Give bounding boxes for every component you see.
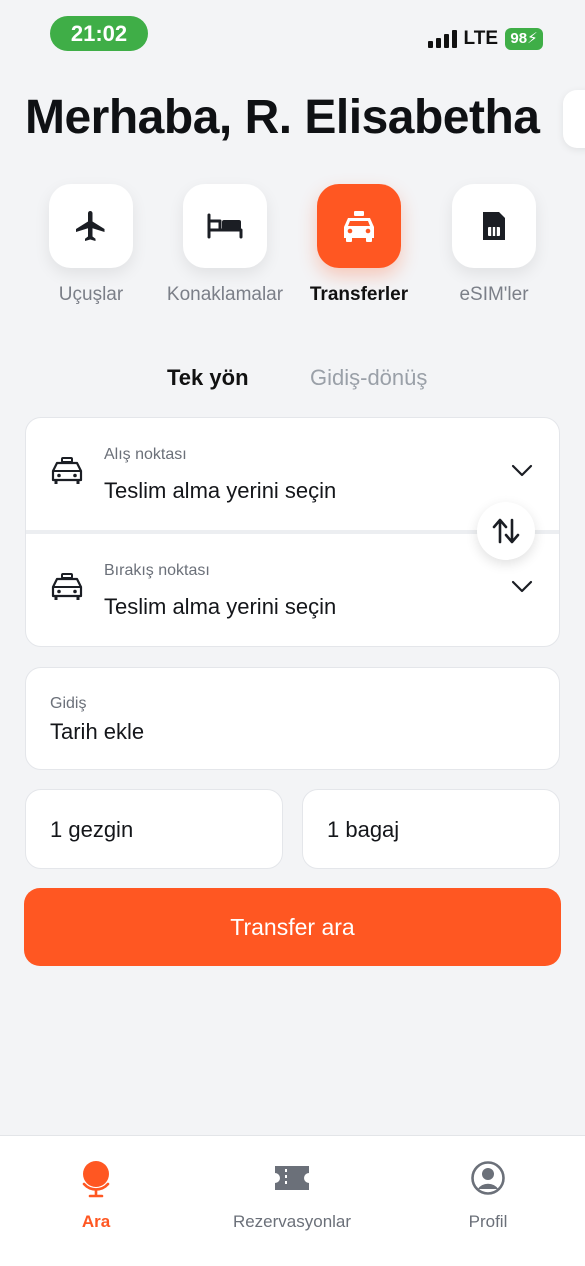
- chevron-down-icon[interactable]: [511, 464, 533, 478]
- ticket-icon: [275, 1166, 309, 1190]
- category-box[interactable]: [183, 184, 267, 268]
- dropoff-field[interactable]: Bırakış noktası Teslim alma yerini seçin: [26, 534, 559, 646]
- airplane-icon: [76, 211, 105, 241]
- tab-round-trip[interactable]: Gidiş-dönüş: [310, 365, 427, 391]
- pickup-value: Teslim alma yerini seçin: [104, 478, 337, 503]
- category-label: eSIM'ler: [459, 284, 529, 305]
- nav-item-profile[interactable]: Profil: [408, 1158, 568, 1232]
- category-label: Transferler: [309, 284, 409, 305]
- search-transfer-button[interactable]: Transfer ara: [24, 888, 561, 966]
- category-flights[interactable]: Uçuşlar: [28, 184, 154, 306]
- chevron-down-icon[interactable]: [511, 580, 533, 594]
- tab-one-way[interactable]: Tek yön: [167, 365, 249, 391]
- bottom-nav: Ara Rezervasyonlar Profil: [0, 1135, 585, 1266]
- taxi-icon: [51, 457, 83, 484]
- profile-icon: [471, 1161, 505, 1195]
- date-field[interactable]: Gidiş Tarih ekle: [25, 667, 560, 770]
- nav-label: Profil: [468, 1212, 508, 1231]
- swap-locations-button[interactable]: [477, 502, 535, 560]
- category-box[interactable]: [452, 184, 536, 268]
- page-title: Merhaba, R. Elisabetha: [25, 91, 540, 144]
- category-label: Konaklamalar: [166, 284, 284, 305]
- category-box[interactable]: [49, 184, 133, 268]
- dropoff-value: Teslim alma yerini seçin: [104, 594, 337, 619]
- nav-item-search[interactable]: Ara: [16, 1158, 176, 1232]
- luggage-selector[interactable]: 1 bagaj: [302, 789, 560, 869]
- sim-card-icon: [483, 212, 505, 240]
- taxi-icon: [344, 211, 374, 242]
- swap-arrows-icon: [492, 518, 520, 544]
- nav-item-reservations[interactable]: Rezervasyonlar: [212, 1158, 372, 1232]
- battery-level: 98: [510, 30, 528, 47]
- taxi-icon: [51, 573, 83, 600]
- travelers-selector[interactable]: 1 gezgin: [25, 789, 283, 869]
- network-type: LTE: [463, 28, 498, 49]
- date-value: Tarih ekle: [50, 719, 145, 744]
- pickup-label: Alış noktası: [104, 446, 187, 463]
- dropoff-label: Bırakış noktası: [104, 562, 210, 579]
- nav-label: Rezervasyonlar: [232, 1212, 352, 1231]
- category-accommodations[interactable]: Konaklamalar: [162, 184, 288, 306]
- side-action-button[interactable]: [563, 90, 585, 148]
- signal-icon: [427, 30, 457, 48]
- nav-label: Ara: [81, 1212, 111, 1231]
- battery-icon: 98⚡: [505, 28, 543, 50]
- category-label: Uçuşlar: [58, 284, 124, 305]
- date-label: Gidiş: [50, 695, 87, 712]
- status-indicators: LTE 98⚡: [427, 27, 543, 51]
- pickup-field[interactable]: Alış noktası Teslim alma yerini seçin: [26, 418, 559, 530]
- status-time: 21:02: [50, 16, 148, 51]
- category-box[interactable]: [317, 184, 401, 268]
- bed-icon: [207, 213, 243, 239]
- transfer-search-screen: 21:02 LTE 98⚡ Merhaba, R. Elisabetha Uçu…: [0, 0, 585, 1266]
- globe-icon: [82, 1161, 110, 1198]
- category-transfers[interactable]: Transferler: [296, 184, 422, 306]
- category-esim[interactable]: eSIM'ler: [431, 184, 557, 306]
